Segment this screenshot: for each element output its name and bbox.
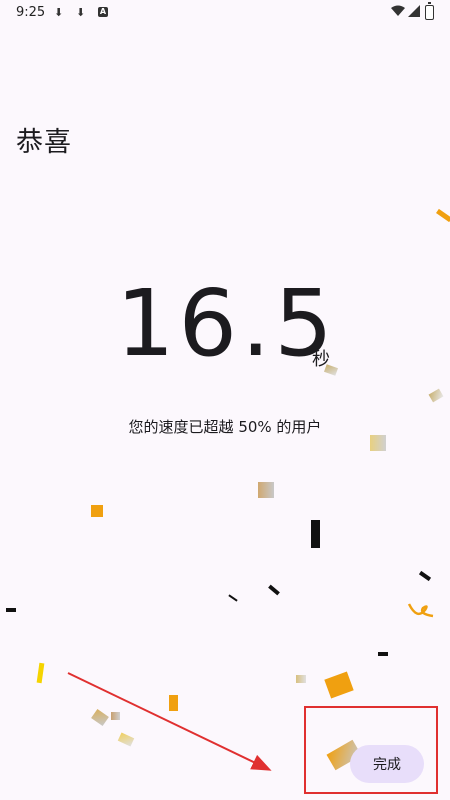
annotation-arrow <box>67 672 272 771</box>
annotation-highlight-box <box>304 706 438 794</box>
